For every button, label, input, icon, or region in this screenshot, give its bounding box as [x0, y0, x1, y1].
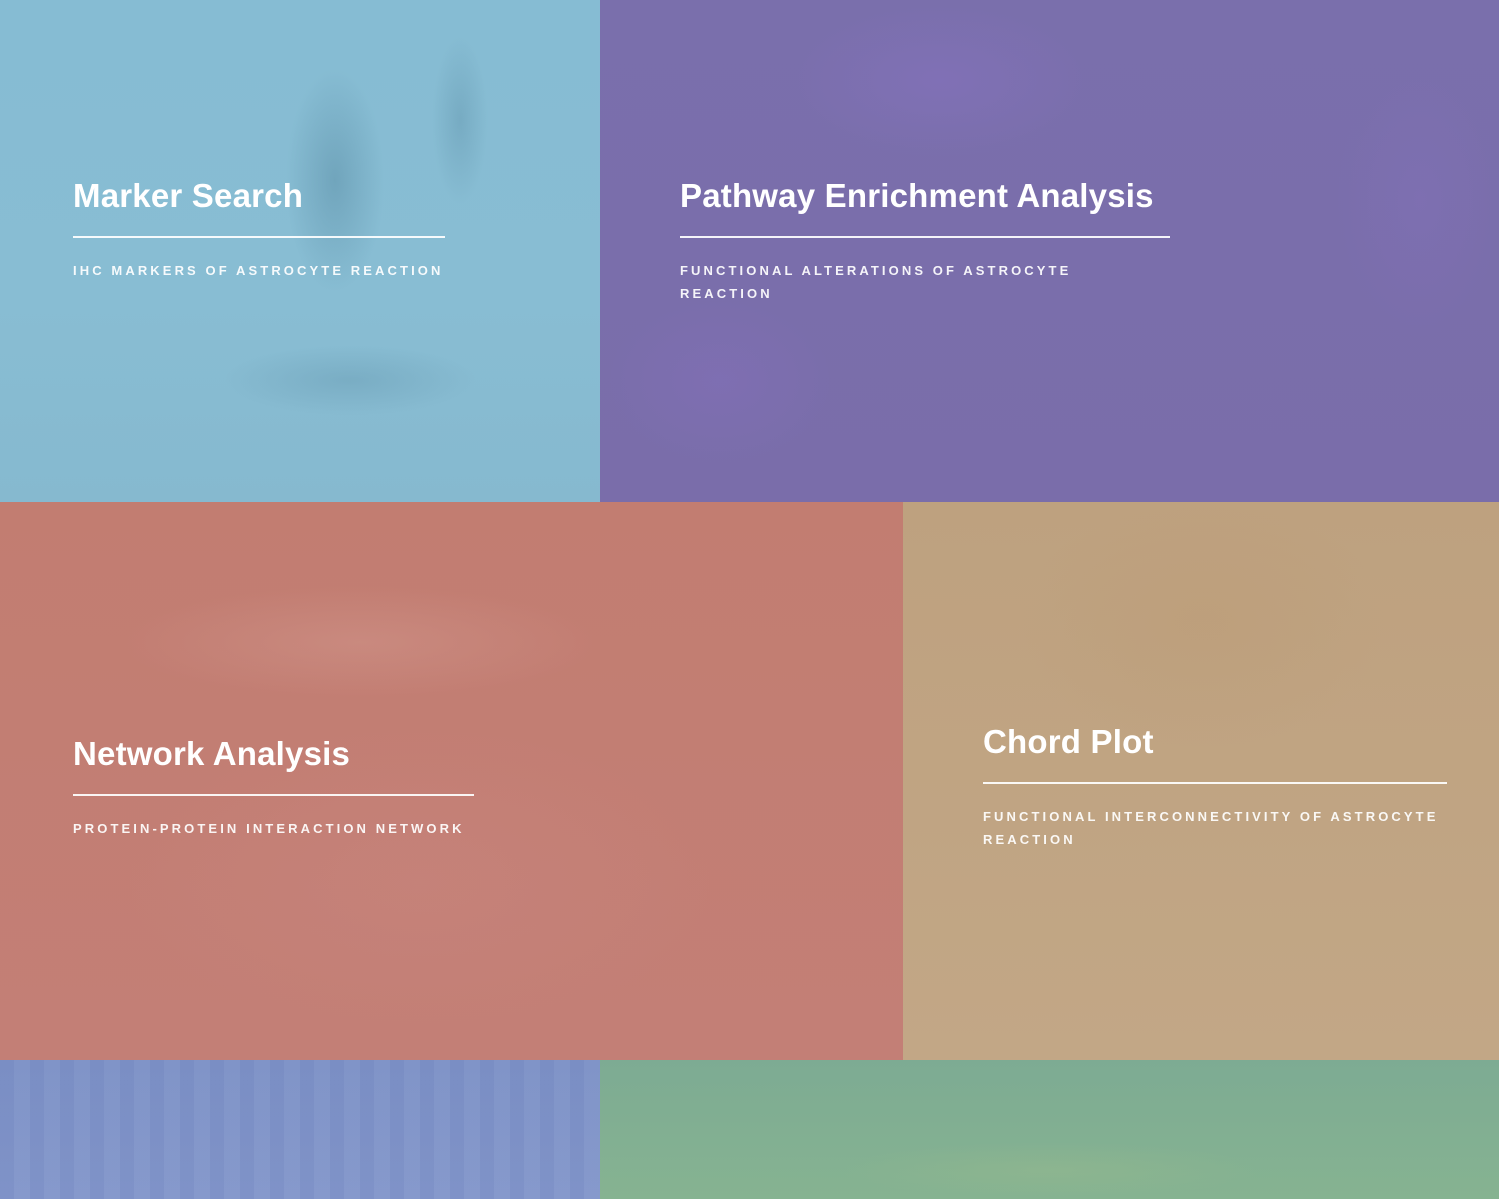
tile-chord-plot[interactable]: Chord Plot FUNCTIONAL INTERCONNECTIVITY …: [903, 502, 1499, 1060]
tile-grid: Marker Search IHC MARKERS OF ASTROCYTE R…: [0, 0, 1499, 1199]
tile-pathway-enrichment-analysis[interactable]: Pathway Enrichment Analysis FUNCTIONAL A…: [600, 0, 1499, 502]
tile-title[interactable]: Network Analysis: [73, 734, 474, 774]
tile-background-circuit: [600, 1060, 1499, 1199]
title-divider: [73, 236, 445, 238]
tile-title[interactable]: Marker Search: [73, 176, 445, 216]
tile-content: Pathway Enrichment Analysis FUNCTIONAL A…: [680, 176, 1170, 305]
tile-marker-search[interactable]: Marker Search IHC MARKERS OF ASTROCYTE R…: [0, 0, 600, 502]
tile-content: Chord Plot FUNCTIONAL INTERCONNECTIVITY …: [983, 722, 1447, 851]
tile-subtitle: IHC MARKERS OF ASTROCYTE REACTION: [73, 263, 444, 278]
title-divider: [680, 236, 1170, 238]
tile-content: Network Analysis PROTEIN-PROTEIN INTERAC…: [73, 734, 474, 840]
tile-title[interactable]: Chord Plot: [983, 722, 1447, 762]
tile-content: Marker Search IHC MARKERS OF ASTROCYTE R…: [73, 176, 445, 282]
tile-title[interactable]: Pathway Enrichment Analysis: [680, 176, 1170, 216]
tile-bottom-left[interactable]: [0, 1060, 600, 1199]
title-divider: [73, 794, 474, 796]
tile-background-racks: [0, 1060, 600, 1199]
tile-subtitle: FUNCTIONAL INTERCONNECTIVITY OF ASTROCYT…: [983, 809, 1439, 847]
tile-subtitle: FUNCTIONAL ALTERATIONS OF ASTROCYTE REAC…: [680, 263, 1072, 301]
tile-network-analysis[interactable]: Network Analysis PROTEIN-PROTEIN INTERAC…: [0, 502, 903, 1060]
title-divider: [983, 782, 1447, 784]
tile-subtitle: PROTEIN-PROTEIN INTERACTION NETWORK: [73, 821, 465, 836]
tile-bottom-right[interactable]: [600, 1060, 1499, 1199]
